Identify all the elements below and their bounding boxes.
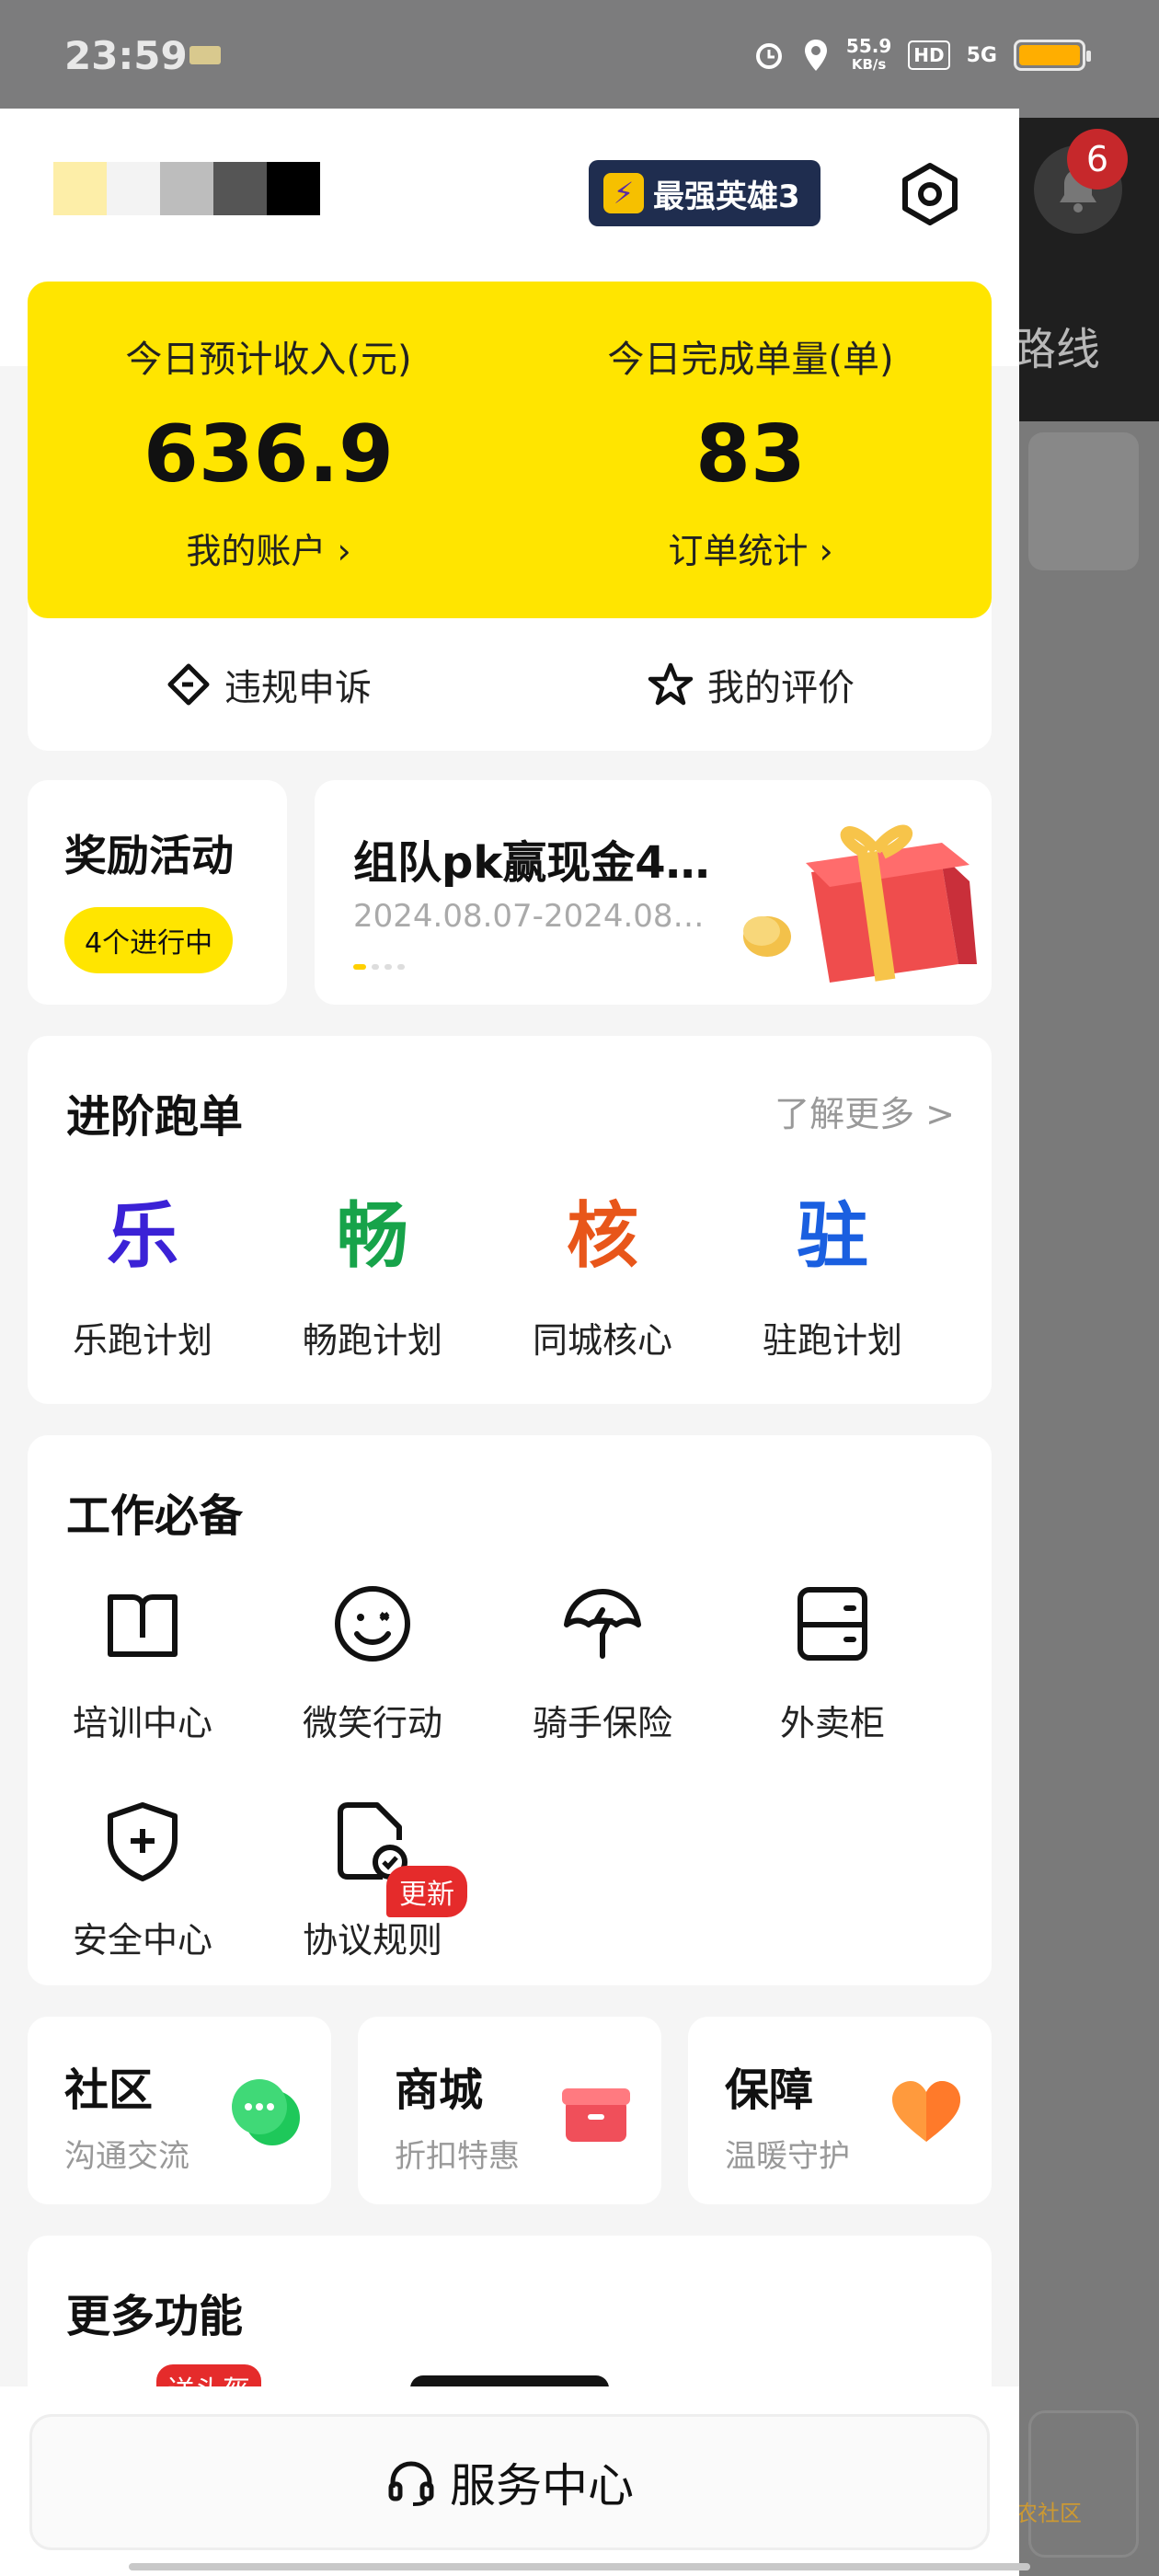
appeal-label: 违规申诉: [224, 667, 372, 709]
battery-icon: [1014, 40, 1091, 71]
home-indicator[interactable]: [129, 2563, 1030, 2570]
hd-icon: HD: [908, 40, 950, 70]
plan-label: 驻跑计划: [762, 1320, 902, 1361]
book-icon: [108, 1594, 178, 1657]
section-title: 工作必备: [66, 1490, 244, 1542]
tool-smile[interactable]: 微笑行动: [258, 1582, 488, 1745]
reward-status-badge: 4个进行中: [64, 907, 234, 973]
shop-icon: [562, 2088, 630, 2142]
my-account-link[interactable]: 我的账户 ›: [28, 523, 510, 573]
plan-glyph: 驻: [796, 1195, 868, 1278]
work-essentials-card: 工作必备 培训中心 微笑行动 骑手保险 外卖柜 安全中心 协议规则 更新: [28, 1435, 992, 1985]
plan-item[interactable]: 畅 畅跑计划: [258, 1192, 488, 1363]
plan-item[interactable]: 驻 驻跑计划: [717, 1192, 947, 1363]
plan-item[interactable]: 乐 乐跑计划: [28, 1192, 258, 1363]
settings-icon[interactable]: [898, 162, 962, 226]
shield-icon: [108, 1802, 178, 1881]
income-value: 636.9: [143, 408, 395, 500]
tool-locker[interactable]: 外卖柜: [717, 1582, 947, 1745]
status-time: 23:59: [64, 33, 188, 78]
promo-date: 2024.08.07-2024.08…: [353, 898, 705, 935]
headset-icon: [388, 2461, 434, 2506]
background-button: [1028, 2410, 1139, 2558]
section-title: 进阶跑单: [66, 1091, 244, 1143]
service-center-label: 服务中心: [450, 2459, 634, 2513]
tool-label: 安全中心: [72, 1920, 212, 1961]
gallery-notification-icon: [189, 46, 221, 64]
locker-icon: [798, 1587, 867, 1661]
alarm-icon: [755, 43, 782, 69]
tool-label: 微笑行动: [302, 1703, 442, 1743]
service-center-button[interactable]: 服务中心: [29, 2414, 990, 2550]
chat-icon: [232, 2079, 300, 2145]
income-card: 今日预计收入(元) 636.9 我的账户 › 今日完成单量(单) 83 订单统计…: [28, 282, 992, 751]
promo-title: 组队pk赢现金4…: [353, 837, 710, 889]
location-icon: [804, 40, 827, 71]
income-actions: 违规申诉 我的评价: [28, 618, 992, 751]
plan-glyph: 乐: [106, 1195, 178, 1278]
plan-label: 乐跑计划: [72, 1320, 212, 1361]
avatar[interactable]: [53, 162, 320, 215]
section-title: 更多功能: [66, 2291, 244, 2342]
network-speed: 55.9 KB/s: [846, 37, 891, 74]
plan-label: 同城核心: [532, 1320, 672, 1361]
income-column[interactable]: 今日预计收入(元) 636.9 我的账户 ›: [28, 329, 510, 573]
umbrella-icon: [564, 1589, 641, 1659]
status-bar: 23:59 55.9 KB/s HD 5G: [0, 0, 1159, 118]
tool-label: 外卖柜: [779, 1703, 885, 1743]
plan-item[interactable]: 核 同城核心: [488, 1192, 717, 1363]
lightning-icon: ⚡: [603, 173, 644, 213]
hero-badge[interactable]: ⚡ 最强英雄3: [589, 160, 820, 226]
protection-card[interactable]: 保障 温暖守护: [688, 2017, 992, 2204]
orders-label: 今日完成单量(单): [607, 339, 894, 381]
signal-icon: 5G: [966, 43, 997, 67]
income-summary: 今日预计收入(元) 636.9 我的账户 › 今日完成单量(单) 83 订单统计…: [28, 282, 992, 618]
speed-value: 55.9: [845, 35, 892, 57]
carousel-indicator: [353, 964, 405, 970]
income-label: 今日预计收入(元): [125, 339, 412, 381]
appeal-icon: [167, 663, 210, 706]
notification-badge: 6: [1067, 129, 1128, 190]
advanced-orders-card: 进阶跑单 了解更多 > 乐 乐跑计划 畅 畅跑计划 核 同城核心 驻 驻跑计划: [28, 1036, 992, 1404]
hero-badge-label: 最强英雄3: [653, 178, 800, 215]
plan-label: 畅跑计划: [302, 1320, 442, 1361]
tool-training[interactable]: 培训中心: [28, 1582, 258, 1745]
orders-column[interactable]: 今日完成单量(单) 83 订单统计 ›: [510, 329, 992, 573]
orders-value: 83: [695, 408, 806, 500]
new-badge: 更新: [386, 1866, 467, 1917]
rating-label: 我的评价: [707, 667, 855, 709]
tool-insurance[interactable]: 骑手保险: [488, 1582, 717, 1745]
plan-glyph: 畅: [336, 1195, 408, 1278]
community-card[interactable]: 社区 沟通交流: [28, 2017, 331, 2204]
side-drawer: ⚡ 最强英雄3 今日预计收入(元) 636.9 我的账户 › 今日完成单量(单)…: [0, 109, 1019, 2576]
plan-glyph: 核: [566, 1195, 638, 1278]
learn-more-link[interactable]: 了解更多 >: [775, 1086, 955, 1136]
tool-safety[interactable]: 安全中心: [28, 1800, 258, 1962]
star-icon: [648, 662, 694, 706]
status-icons: 55.9 KB/s HD 5G: [752, 37, 1091, 74]
tool-label: 培训中心: [72, 1703, 212, 1743]
smile-icon: [335, 1586, 410, 1662]
reward-title: 奖励活动: [64, 831, 234, 880]
reward-activity-card[interactable]: 奖励活动 4个进行中: [28, 780, 287, 1005]
mall-card[interactable]: 商城 折扣特惠: [358, 2017, 661, 2204]
heart-icon: [892, 2081, 960, 2142]
tool-label: 骑手保险: [532, 1703, 672, 1743]
background-route-text: 路线: [1012, 324, 1101, 375]
promo-banner[interactable]: 组队pk赢现金4… 2024.08.07-2024.08…: [315, 780, 992, 1005]
speed-unit: KB/s: [851, 56, 887, 73]
my-rating-button[interactable]: 我的评价: [510, 618, 992, 751]
tool-label: 协议规则: [302, 1920, 442, 1961]
order-stats-link[interactable]: 订单统计 ›: [510, 523, 992, 573]
appeal-button[interactable]: 违规申诉: [28, 618, 510, 751]
gift-box-icon: [743, 824, 977, 983]
advanced-plans: 乐 乐跑计划 畅 畅跑计划 核 同城核心 驻 驻跑计划: [28, 1192, 992, 1363]
background-card: [1028, 432, 1139, 570]
